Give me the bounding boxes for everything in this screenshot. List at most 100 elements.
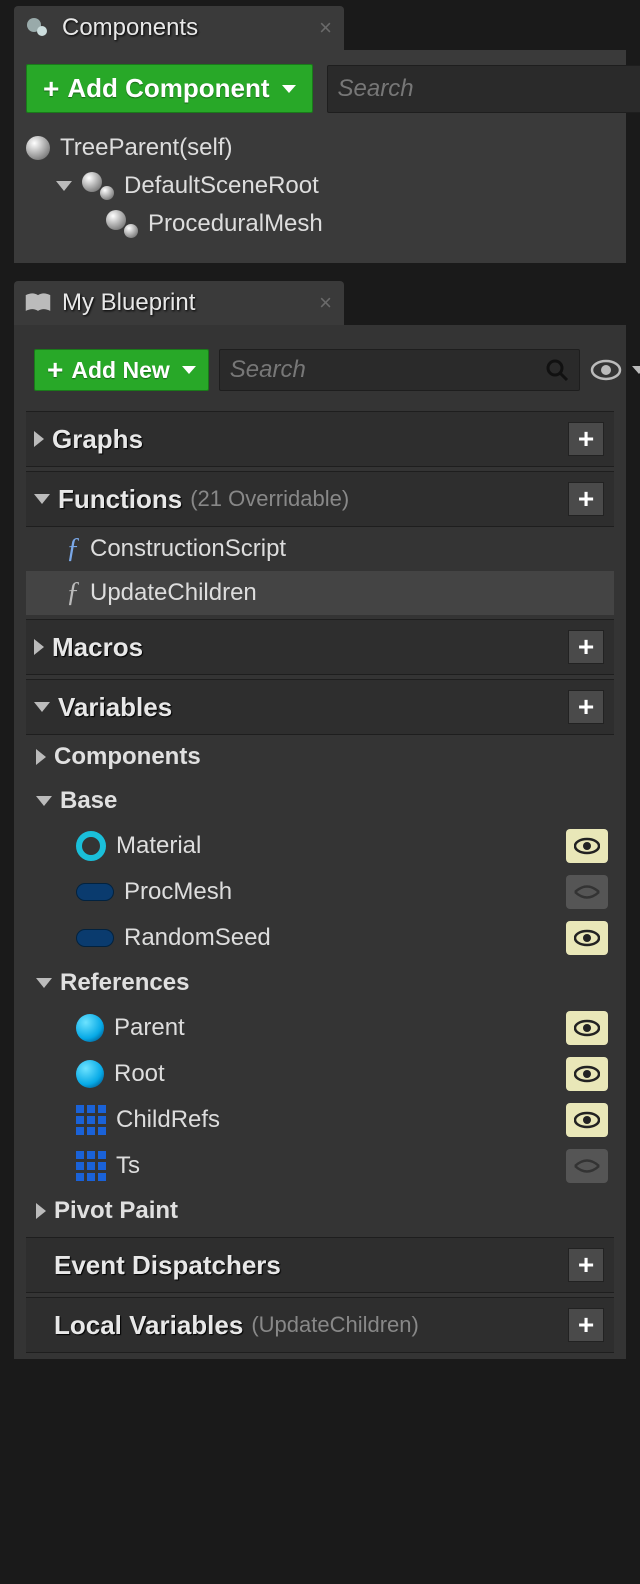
function-constructionscript[interactable]: ƒ ConstructionScript — [26, 527, 614, 571]
visibility-toggle[interactable] — [566, 829, 608, 863]
functions-sub: (21 Overridable) — [190, 486, 349, 512]
view-options-button[interactable] — [590, 359, 640, 381]
function-label: UpdateChildren — [90, 579, 257, 607]
expand-caret-icon[interactable] — [34, 702, 50, 712]
var-type-icon — [76, 883, 114, 901]
var-procmesh[interactable]: ProcMesh — [26, 869, 614, 915]
add-variable-button[interactable]: + — [568, 690, 604, 724]
components-tab[interactable]: Components × — [14, 6, 344, 50]
expand-caret-icon[interactable] — [36, 749, 46, 765]
search-icon — [545, 358, 569, 382]
component-icon — [106, 210, 138, 238]
components-tab-title: Components — [62, 14, 198, 42]
eye-icon — [590, 359, 622, 381]
var-root[interactable]: Root — [26, 1051, 614, 1097]
macros-label: Macros — [52, 632, 143, 663]
expand-caret-icon[interactable] — [36, 1203, 46, 1219]
var-type-icon — [76, 1014, 104, 1042]
add-function-button[interactable]: + — [568, 482, 604, 516]
section-variables[interactable]: Variables + — [26, 679, 614, 735]
blueprint-search[interactable] — [219, 349, 580, 391]
tree-label-self: TreeParent(self) — [60, 134, 233, 162]
blueprint-search-input[interactable] — [230, 356, 545, 384]
var-group-pivotpaint[interactable]: Pivot Paint — [26, 1189, 614, 1233]
myblueprint-tab[interactable]: My Blueprint × — [14, 281, 344, 325]
add-new-button[interactable]: + Add New — [34, 349, 209, 391]
add-dispatcher-button[interactable]: + — [568, 1248, 604, 1282]
function-updatechildren[interactable]: ƒ UpdateChildren — [26, 571, 614, 615]
var-label: Ts — [116, 1152, 566, 1180]
add-graph-button[interactable]: + — [568, 422, 604, 456]
dispatchers-label: Event Dispatchers — [54, 1250, 281, 1281]
var-material[interactable]: Material — [26, 823, 614, 869]
var-label: ProcMesh — [124, 878, 566, 906]
tree-row-self[interactable]: TreeParent(self) — [26, 129, 614, 167]
var-group-label: Base — [60, 787, 117, 815]
visibility-toggle[interactable] — [566, 1149, 608, 1183]
expand-caret-icon[interactable] — [36, 978, 52, 988]
actor-icon — [26, 136, 50, 160]
dropdown-caret-icon — [282, 85, 296, 93]
function-label: ConstructionScript — [90, 535, 286, 563]
components-panel-body: + Add Component TreeParent(self) Default… — [14, 50, 626, 263]
var-group-label: Components — [54, 743, 201, 771]
myblueprint-panel: My Blueprint × + Add New — [14, 281, 626, 1359]
dropdown-caret-icon — [182, 366, 196, 374]
var-label: Root — [114, 1060, 566, 1088]
var-type-icon — [76, 1105, 106, 1135]
var-group-references[interactable]: References — [26, 961, 614, 1005]
var-ts[interactable]: Ts — [26, 1143, 614, 1189]
visibility-toggle[interactable] — [566, 1011, 608, 1045]
components-search[interactable] — [327, 65, 640, 113]
myblueprint-tab-title: My Blueprint — [62, 289, 195, 317]
var-childrefs[interactable]: ChildRefs — [26, 1097, 614, 1143]
var-randomseed[interactable]: RandomSeed — [26, 915, 614, 961]
tree-label-procmesh: ProceduralMesh — [148, 210, 323, 238]
var-group-label: Pivot Paint — [54, 1197, 178, 1225]
blueprint-tab-icon — [24, 289, 52, 317]
add-component-button[interactable]: + Add Component — [26, 64, 313, 113]
visibility-toggle[interactable] — [566, 1103, 608, 1137]
expand-caret-icon[interactable] — [34, 494, 50, 504]
expand-caret-icon[interactable] — [34, 639, 44, 655]
var-group-label: References — [60, 969, 189, 997]
section-graphs[interactable]: Graphs + — [26, 411, 614, 467]
var-group-base[interactable]: Base — [26, 779, 614, 823]
section-event-dispatchers[interactable]: Event Dispatchers + — [26, 1237, 614, 1293]
visibility-toggle[interactable] — [566, 1057, 608, 1091]
close-icon[interactable]: × — [319, 290, 332, 316]
variables-label: Variables — [58, 692, 172, 723]
var-type-icon — [76, 929, 114, 947]
components-search-input[interactable] — [338, 75, 640, 103]
var-type-icon — [76, 1060, 104, 1088]
locals-sub: (UpdateChildren) — [251, 1312, 419, 1338]
add-macro-button[interactable]: + — [568, 630, 604, 664]
section-macros[interactable]: Macros + — [26, 619, 614, 675]
dropdown-caret-icon — [632, 366, 640, 374]
tree-label-scene-root: DefaultSceneRoot — [124, 172, 319, 200]
var-label: RandomSeed — [124, 924, 566, 952]
var-parent[interactable]: Parent — [26, 1005, 614, 1051]
section-functions[interactable]: Functions (21 Overridable) + — [26, 471, 614, 527]
section-local-variables[interactable]: Local Variables (UpdateChildren) + — [26, 1297, 614, 1353]
close-icon[interactable]: × — [319, 15, 332, 41]
expand-caret-icon[interactable] — [36, 796, 52, 806]
add-component-label: Add Component — [67, 73, 269, 104]
plus-icon: + — [43, 75, 59, 103]
visibility-toggle[interactable] — [566, 875, 608, 909]
add-new-label: Add New — [71, 357, 169, 384]
scene-root-icon — [82, 172, 114, 200]
add-local-button[interactable]: + — [568, 1308, 604, 1342]
tree-row-scene-root[interactable]: DefaultSceneRoot — [26, 167, 614, 205]
components-panel: Components × + Add Component TreeParent(… — [14, 6, 626, 263]
expand-caret-icon[interactable] — [56, 181, 72, 191]
graphs-label: Graphs — [52, 424, 143, 455]
components-tab-icon — [24, 14, 52, 42]
visibility-toggle[interactable] — [566, 921, 608, 955]
components-tree: TreeParent(self) DefaultSceneRoot Proced… — [26, 129, 614, 243]
var-group-components[interactable]: Components — [26, 735, 614, 779]
tree-row-procmesh[interactable]: ProceduralMesh — [26, 205, 614, 243]
var-type-icon — [76, 831, 106, 861]
expand-caret-icon[interactable] — [34, 431, 44, 447]
function-icon: ƒ — [66, 577, 80, 609]
